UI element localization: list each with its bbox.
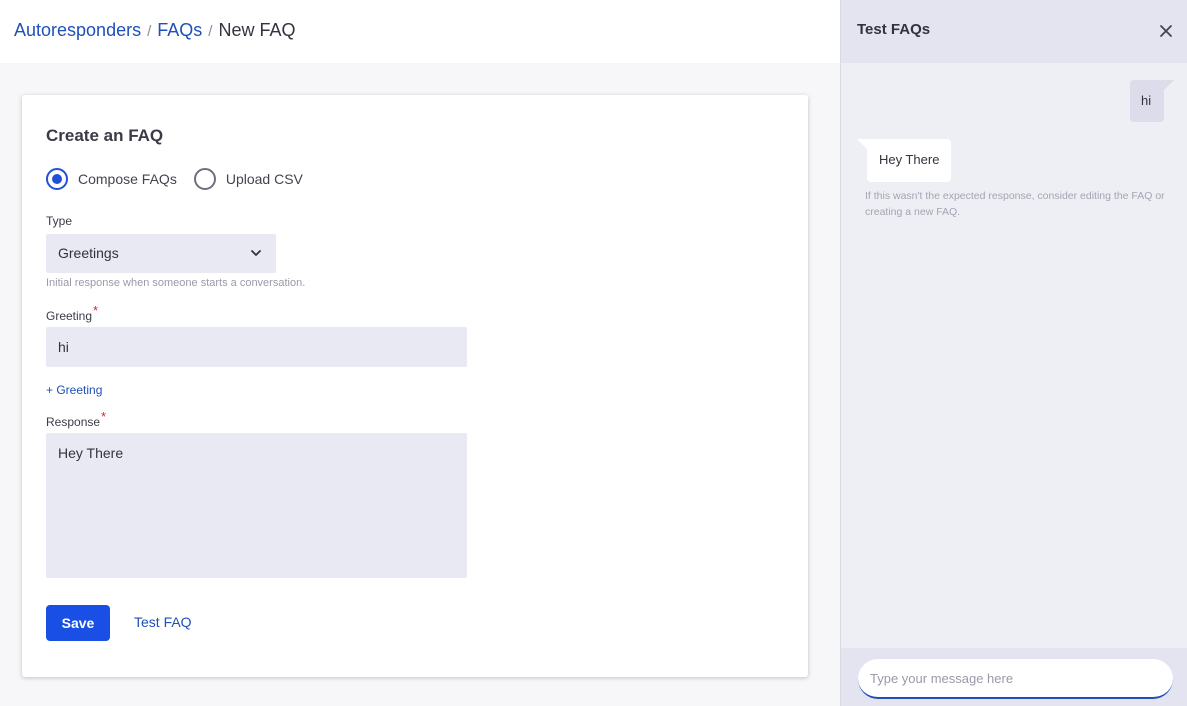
message-input[interactable] bbox=[858, 659, 1173, 699]
response-label-text: Response bbox=[46, 415, 101, 429]
top-bar: Autoresponders / FAQs / New FAQ bbox=[0, 0, 840, 63]
faq-form-card: Create an FAQ Compose FAQs Upload CSV Ty… bbox=[22, 95, 808, 677]
response-label: Response* bbox=[46, 409, 106, 429]
breadcrumb-autoresponders[interactable]: Autoresponders bbox=[14, 20, 141, 40]
test-faq-button[interactable]: Test FAQ bbox=[134, 614, 192, 630]
mode-radio-group: Compose FAQs Upload CSV bbox=[46, 167, 320, 191]
required-mark: * bbox=[101, 409, 107, 424]
radio-upload-csv[interactable]: Upload CSV bbox=[193, 168, 303, 190]
type-select-value: Greetings bbox=[58, 245, 119, 261]
close-icon[interactable] bbox=[1158, 23, 1174, 39]
panel-header: Test FAQs bbox=[841, 0, 1187, 63]
message-text: hi bbox=[1141, 93, 1152, 108]
bubble-tail bbox=[857, 139, 867, 149]
response-textarea[interactable]: Hey There bbox=[46, 433, 467, 578]
radio-label: Compose FAQs bbox=[78, 171, 177, 187]
save-button[interactable]: Save bbox=[46, 605, 110, 641]
bubble-tail bbox=[1164, 80, 1174, 90]
outgoing-message: hi bbox=[1130, 80, 1174, 122]
breadcrumb: Autoresponders / FAQs / New FAQ bbox=[14, 19, 295, 43]
radio-label: Upload CSV bbox=[225, 171, 303, 187]
form-title: Create an FAQ bbox=[46, 126, 164, 145]
breadcrumb-separator: / bbox=[208, 23, 213, 40]
type-label: Type bbox=[46, 214, 73, 228]
type-help-text: Initial response when someone starts a c… bbox=[46, 277, 306, 289]
type-select[interactable]: Greetings bbox=[46, 234, 276, 273]
radio-unchecked-icon[interactable] bbox=[193, 168, 216, 190]
incoming-message: Hey There bbox=[857, 139, 952, 182]
panel-title: Test FAQs bbox=[857, 21, 931, 38]
breadcrumb-current: New FAQ bbox=[218, 20, 296, 40]
breadcrumb-separator: / bbox=[147, 23, 152, 40]
add-greeting-link[interactable]: + Greeting bbox=[46, 383, 102, 397]
greeting-label-text: Greeting bbox=[46, 309, 93, 323]
greeting-input[interactable] bbox=[46, 327, 467, 367]
radio-compose-faqs[interactable]: Compose FAQs bbox=[46, 168, 177, 190]
greeting-label: Greeting* bbox=[46, 303, 98, 323]
message-text: Hey There bbox=[879, 152, 940, 167]
required-mark: * bbox=[93, 303, 99, 318]
chevron-down-icon bbox=[251, 250, 261, 256]
main-area: Autoresponders / FAQs / New FAQ Create an FA… bbox=[0, 0, 840, 706]
breadcrumb-faqs[interactable]: FAQs bbox=[157, 20, 202, 40]
response-note: If this wasn't the expected response, co… bbox=[865, 190, 1165, 218]
message-composer bbox=[841, 648, 1187, 706]
test-faqs-panel: Test FAQs hi Hey There If this wasn't th… bbox=[840, 0, 1187, 706]
radio-checked-icon[interactable] bbox=[46, 168, 68, 190]
